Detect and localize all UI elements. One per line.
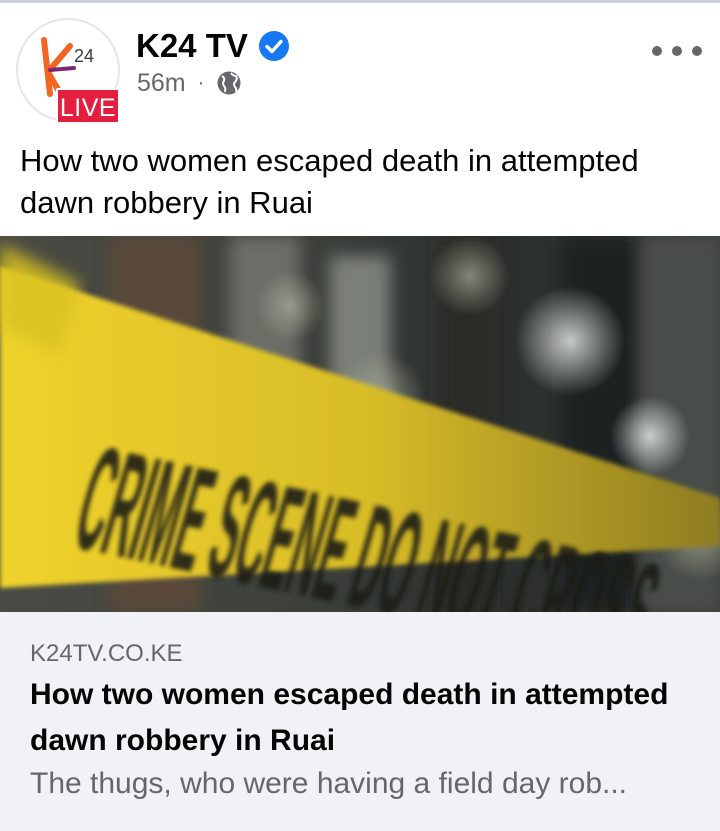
more-dot [672, 46, 682, 56]
facebook-post: 24 LIVE K24 TV 56m · How two women escap… [0, 0, 720, 831]
logo-text: 24 [74, 46, 94, 66]
crime-scene-tape-image: CRIME SCENE DO NOT CROSS [0, 236, 720, 612]
page-avatar[interactable]: 24 LIVE [16, 18, 120, 124]
live-badge: LIVE [56, 88, 120, 124]
page-name[interactable]: K24 TV [136, 26, 248, 66]
post-time[interactable]: 56m [137, 69, 186, 98]
link-description: The thugs, who were having a field day r… [30, 767, 628, 800]
more-dot [692, 46, 702, 56]
link-title[interactable]: How two women escaped death in attempted… [30, 672, 700, 764]
post-caption: How two women escaped death in attempted… [20, 143, 639, 220]
meta-separator: · [197, 71, 205, 94]
link-domain: K24TV.CO.KE [30, 640, 183, 667]
link-preview-card[interactable]: K24TV.CO.KE How two women escaped death … [0, 612, 720, 831]
page-name-row: K24 TV [136, 26, 290, 66]
verified-badge-icon [258, 31, 289, 61]
top-divider [0, 0, 720, 3]
more-options-button[interactable] [652, 36, 702, 66]
globe-icon[interactable] [216, 70, 242, 96]
post-image[interactable]: CRIME SCENE DO NOT CROSS [0, 236, 720, 612]
more-dot [652, 46, 662, 56]
post-meta: 56m · [137, 68, 242, 98]
